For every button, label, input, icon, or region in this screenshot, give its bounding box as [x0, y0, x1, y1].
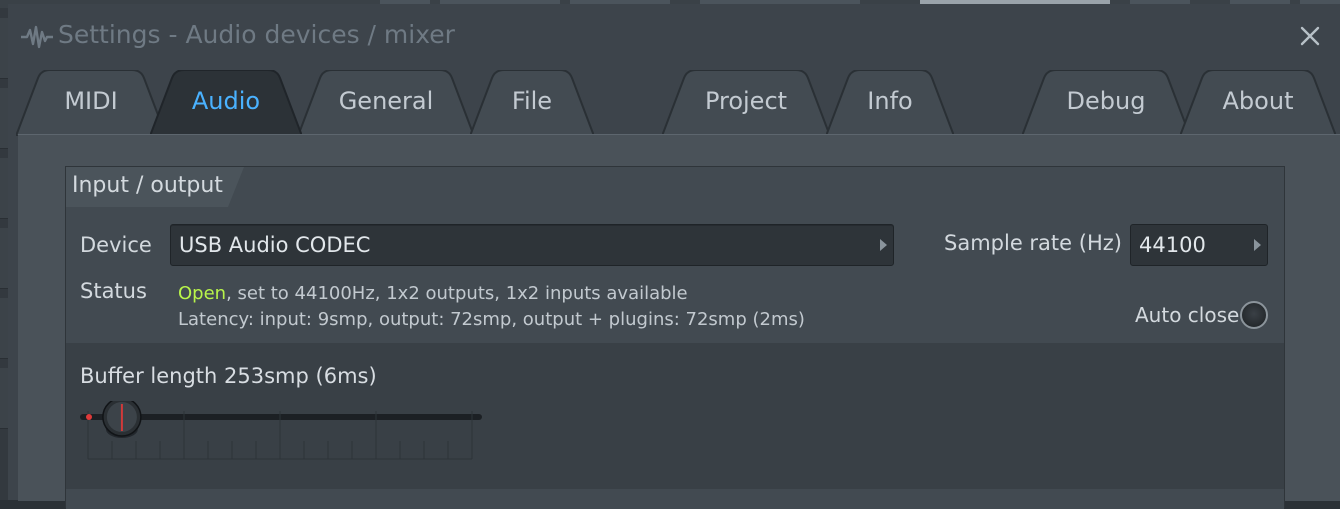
tab-general-label: General	[338, 87, 434, 115]
tab-about[interactable]: About	[1180, 70, 1336, 136]
buffer-length-label: Buffer length 253smp (6ms)	[80, 364, 377, 388]
device-label: Device	[80, 233, 152, 257]
device-select[interactable]: USB Audio CODEC	[170, 224, 894, 266]
group-header: Input / output	[66, 167, 1284, 207]
tab-audio-label: Audio	[191, 87, 261, 115]
input-output-group: Input / output Device USB Audio CODEC Sa…	[65, 166, 1285, 509]
tab-info-label: Info	[867, 87, 913, 115]
tab-file[interactable]: File	[470, 70, 594, 136]
fl-waveform-logo-icon	[21, 25, 53, 49]
tab-audio[interactable]: Audio	[150, 70, 302, 136]
tab-midi[interactable]: MIDI	[16, 70, 166, 136]
sample-rate-label: Sample rate (Hz)	[944, 231, 1122, 255]
status-open: Open	[178, 283, 227, 304]
tab-project[interactable]: Project	[662, 70, 830, 136]
tab-about-label: About	[1222, 87, 1294, 115]
sample-rate-select[interactable]: 44100	[1130, 224, 1268, 266]
tab-file-label: File	[511, 87, 553, 115]
settings-window: Settings - Audio devices / mixer MIDI Ge…	[8, 4, 1340, 509]
title-bar[interactable]: Settings - Audio devices / mixer	[8, 4, 1340, 66]
chevron-right-icon	[880, 239, 887, 251]
status-text: Open, set to 44100Hz, 1x2 outputs, 1x2 i…	[178, 283, 688, 304]
status-details: , set to 44100Hz, 1x2 outputs, 1x2 input…	[226, 283, 688, 304]
auto-close-toggle[interactable]	[1240, 301, 1268, 329]
window-title: Settings - Audio devices / mixer	[58, 20, 455, 49]
chevron-right-icon	[1254, 239, 1261, 251]
device-value: USB Audio CODEC	[179, 233, 371, 257]
slider-marker-dot	[86, 414, 92, 420]
tab-general[interactable]: General	[298, 70, 474, 136]
tab-project-label: Project	[704, 87, 788, 115]
section-title: Input / output	[72, 173, 223, 198]
auto-close-label: Auto close	[1135, 303, 1240, 327]
group-bottom-strip	[66, 489, 1284, 509]
sample-rate-value: 44100	[1139, 233, 1206, 257]
tab-midi-label: MIDI	[64, 87, 118, 115]
audio-settings-panel: Input / output Device USB Audio CODEC Sa…	[18, 134, 1340, 509]
settings-tab-bar: MIDI General File Project Info Debug Abo…	[8, 70, 1340, 136]
status-label: Status	[80, 279, 147, 303]
close-icon[interactable]	[1298, 24, 1322, 48]
tab-debug[interactable]: Debug	[1022, 70, 1190, 136]
background-left-edge	[0, 8, 8, 500]
latency-text: Latency: input: 9smp, output: 72smp, out…	[178, 309, 805, 330]
buffer-length-slider[interactable]	[80, 401, 482, 471]
tab-info[interactable]: Info	[826, 70, 954, 136]
tab-debug-label: Debug	[1066, 87, 1146, 115]
slider-knob[interactable]	[102, 401, 142, 438]
